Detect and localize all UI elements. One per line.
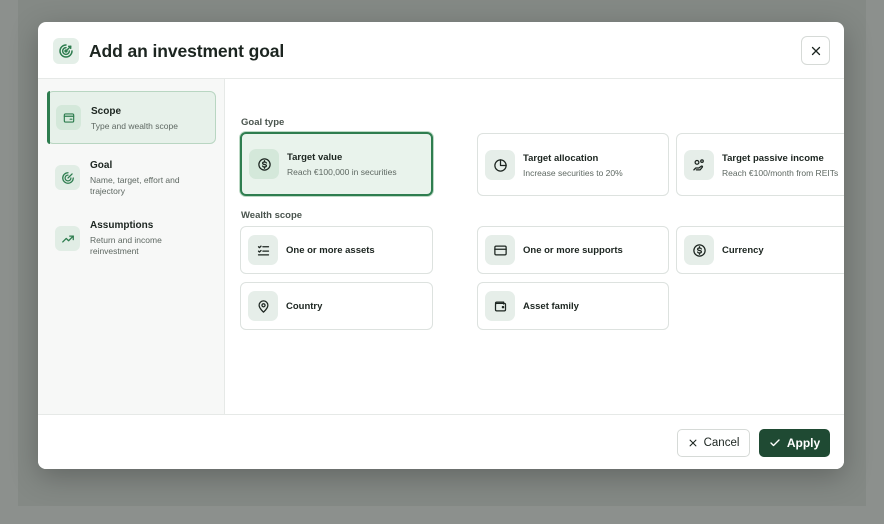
step-scope[interactable]: Scope Type and wealth scope [47, 91, 216, 144]
close-icon [811, 46, 820, 55]
steps-sidebar: Scope Type and wealth scope Goal Name, t… [38, 79, 225, 414]
dollar-circle-icon [684, 235, 714, 265]
card-title: Asset family [523, 301, 579, 312]
wealth-scope-label: Wealth scope [241, 210, 303, 221]
apply-button[interactable]: Apply [759, 429, 830, 457]
card-subtitle: Reach €100/month from REITs [722, 168, 839, 178]
step-subtitle: Type and wealth scope [91, 121, 178, 131]
goal-type-target-value[interactable]: Target value Reach €100,000 in securitie… [240, 132, 433, 196]
close-icon [689, 439, 697, 447]
wallet-icon [485, 291, 515, 321]
list-check-icon [248, 235, 278, 265]
step-title: Scope [91, 106, 122, 117]
close-button[interactable] [801, 36, 830, 65]
cancel-button[interactable]: Cancel [677, 429, 750, 457]
card-title: Country [286, 301, 323, 312]
card-title: One or more assets [286, 245, 375, 256]
dialog-header: Add an investment goal [38, 22, 844, 79]
card-title: Target passive income [722, 153, 824, 164]
dollar-circle-icon [249, 149, 279, 179]
card-icon [485, 235, 515, 265]
hand-coins-icon [684, 150, 714, 180]
card-title: Target allocation [523, 153, 599, 164]
dialog-footer: Cancel Apply [38, 414, 844, 469]
scope-currency[interactable]: Currency [676, 226, 844, 274]
scope-assets[interactable]: One or more assets [240, 226, 433, 274]
check-icon [770, 439, 780, 447]
scope-country[interactable]: Country [240, 282, 433, 330]
card-subtitle: Reach €100,000 in securities [287, 167, 397, 177]
cancel-label: Cancel [703, 437, 740, 449]
step-title: Goal [90, 160, 113, 171]
apply-label: Apply [786, 436, 821, 450]
wallet-icon [56, 105, 81, 130]
card-subtitle: Increase securities to 20% [523, 168, 623, 178]
step-goal[interactable]: Goal Name, target, effort and trajectory [47, 151, 216, 206]
trend-up-icon [55, 226, 80, 251]
step-subtitle: Name, target, effort and trajectory [90, 175, 180, 196]
goal-type-target-passive-income[interactable]: Target passive income Reach €100/month f… [676, 133, 844, 196]
target-icon [55, 165, 80, 190]
scope-panel: Goal type Target value Reach €100,000 in… [226, 79, 844, 414]
scope-asset-family[interactable]: Asset family [477, 282, 669, 330]
step-title: Assumptions [90, 220, 154, 231]
goal-type-target-allocation[interactable]: Target allocation Increase securities to… [477, 133, 669, 196]
card-title: One or more supports [523, 245, 623, 256]
goal-type-label: Goal type [241, 117, 285, 128]
target-icon [53, 38, 79, 64]
card-title: Currency [722, 245, 764, 256]
pie-chart-icon [485, 150, 515, 180]
dialog-title: Add an investment goal [89, 41, 285, 61]
add-goal-dialog: Add an investment goal Scope Type and we… [38, 22, 844, 469]
card-title: Target value [287, 152, 343, 163]
map-pin-icon [248, 291, 278, 321]
step-assumptions[interactable]: Assumptions Return and income reinvestme… [47, 213, 216, 269]
step-subtitle: Return and income reinvestment [90, 235, 162, 256]
scope-supports[interactable]: One or more supports [477, 226, 669, 274]
